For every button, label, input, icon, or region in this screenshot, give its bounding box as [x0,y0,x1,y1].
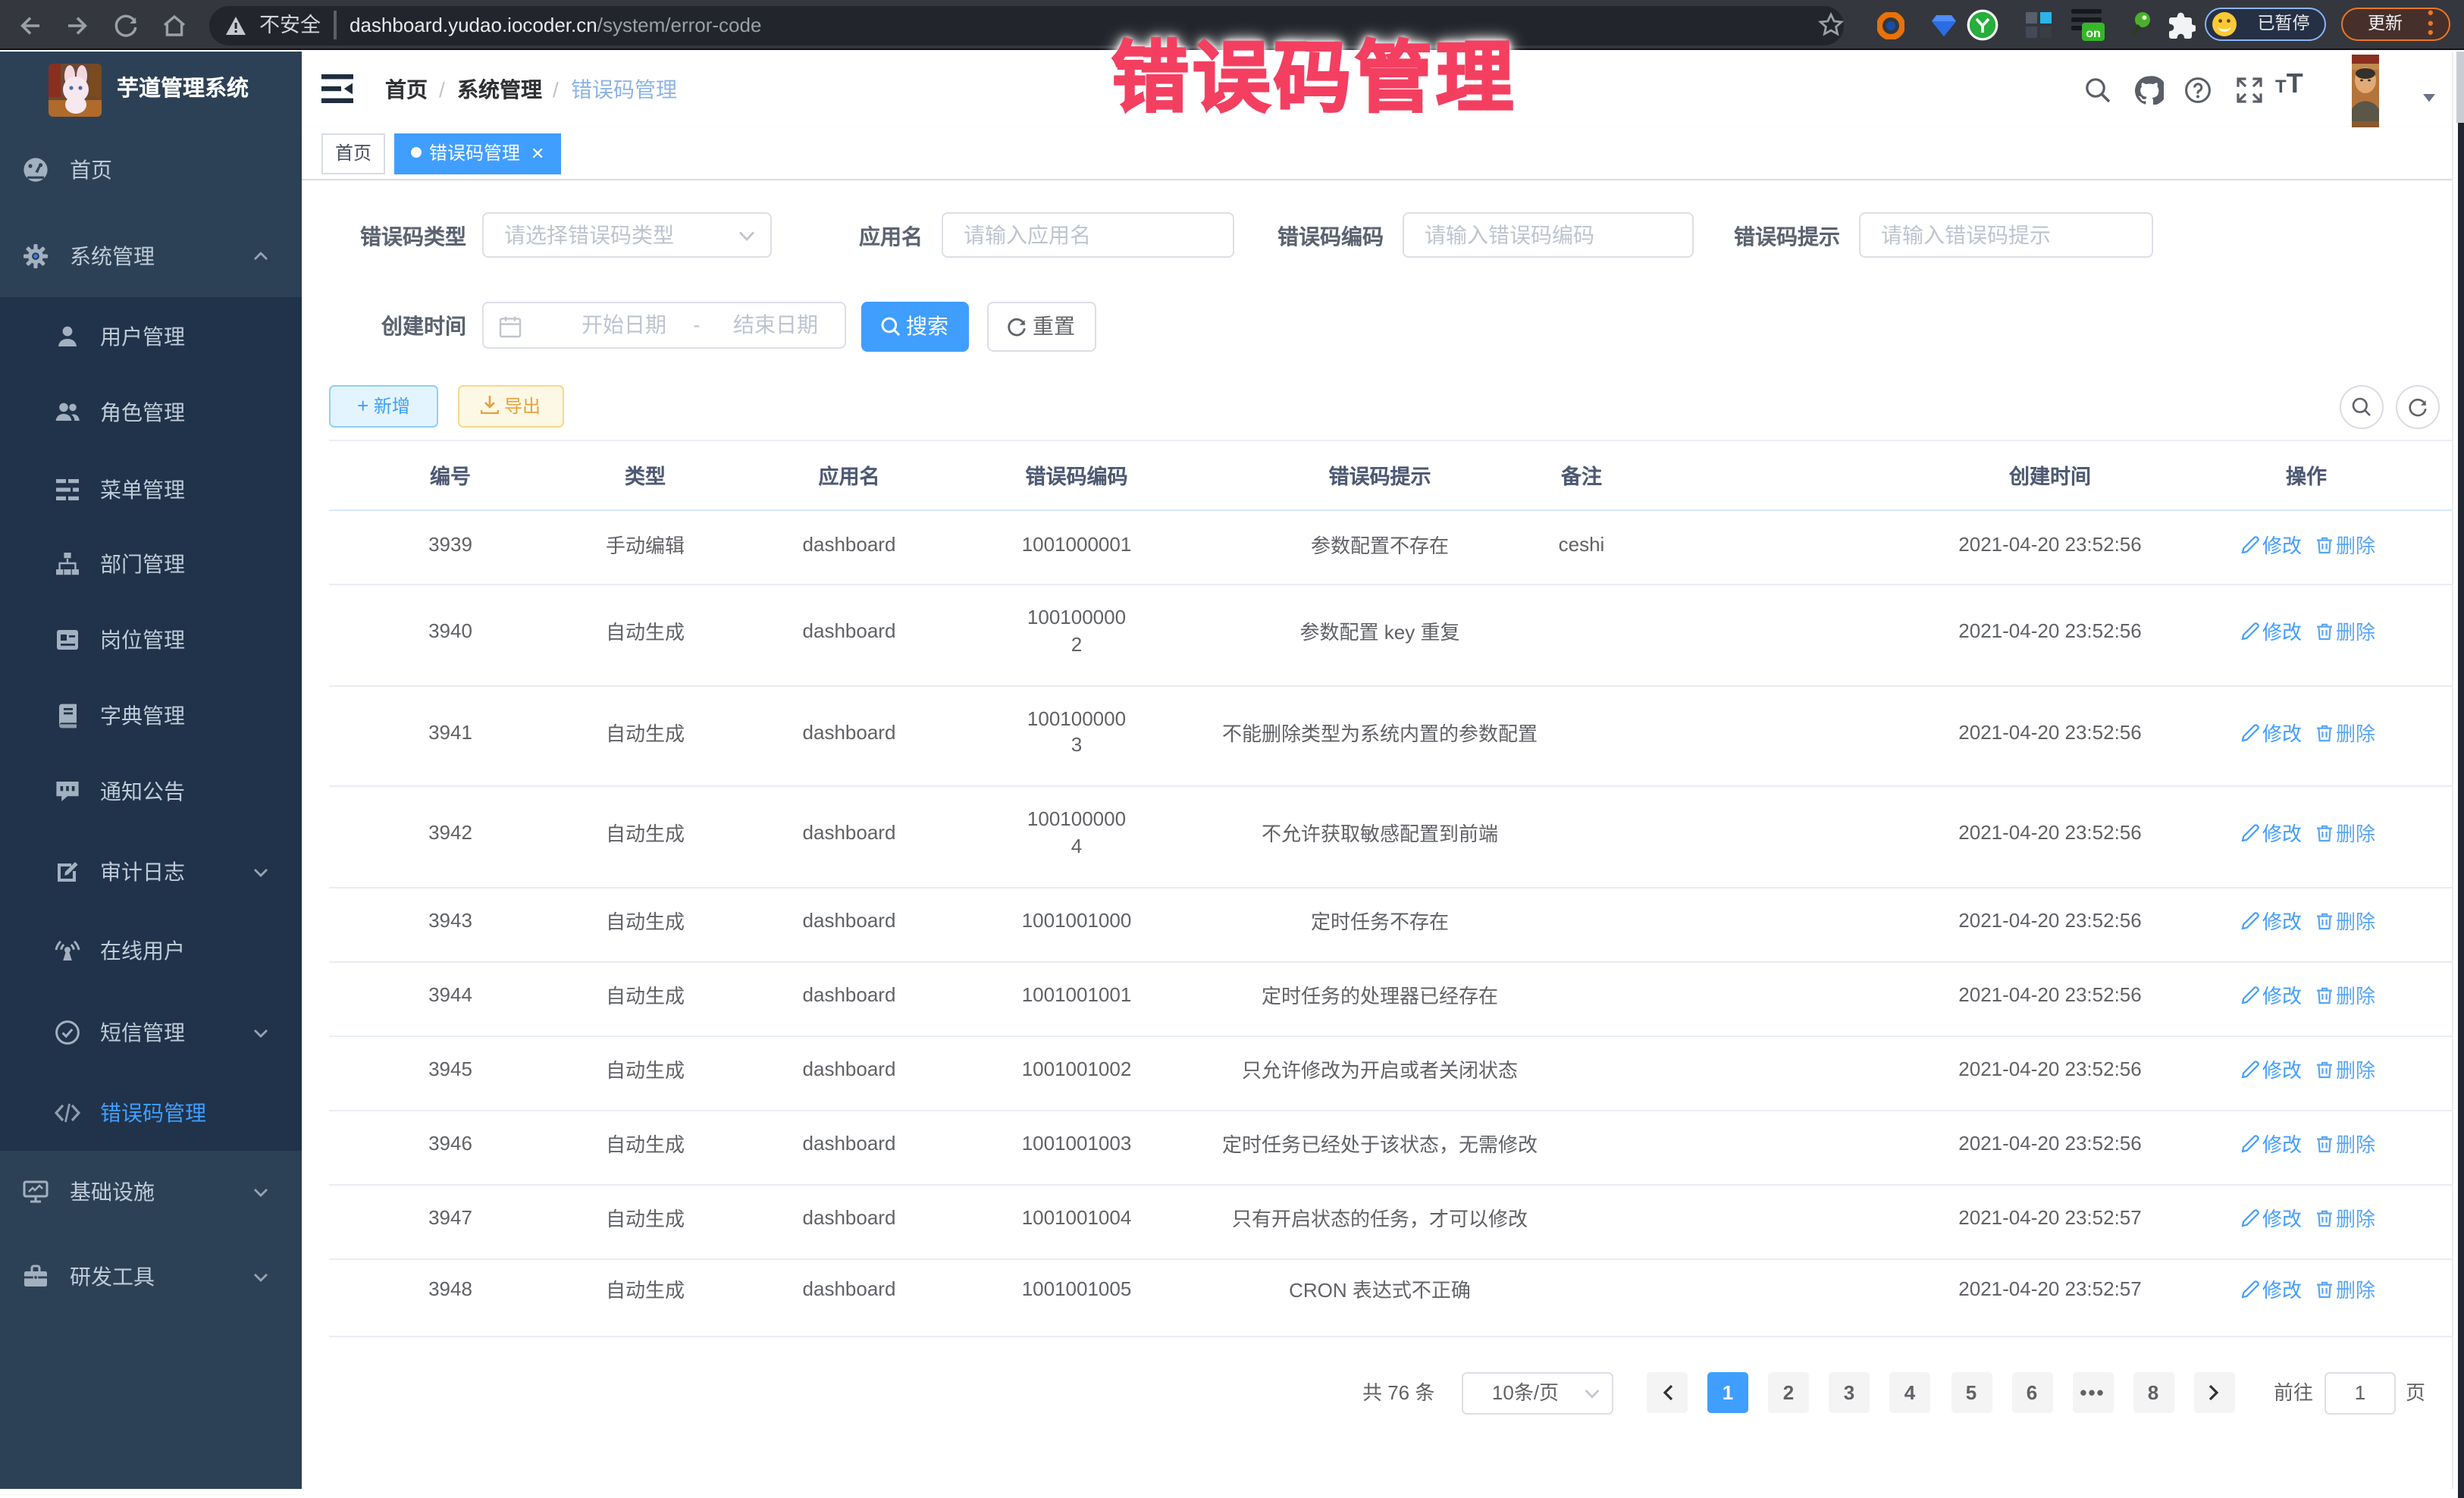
svg-text:on: on [2086,27,2101,40]
